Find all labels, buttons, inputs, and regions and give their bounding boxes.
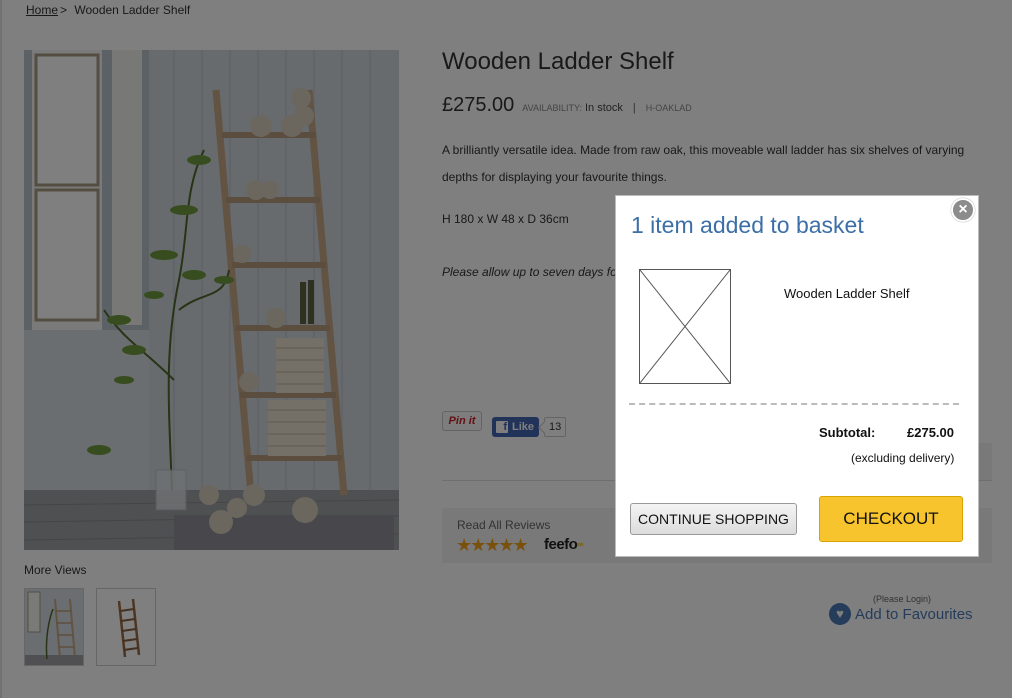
- continue-shopping-button[interactable]: CONTINUE SHOPPING: [630, 503, 797, 535]
- modal-title: 1 item added to basket: [631, 212, 864, 238]
- close-icon[interactable]: ×: [951, 198, 975, 222]
- modal-divider: [629, 403, 959, 405]
- basket-item-image: [639, 269, 731, 384]
- subtotal-label: Subtotal:: [819, 425, 876, 440]
- subtotal-value: £275.00: [907, 425, 954, 440]
- basket-item-name: Wooden Ladder Shelf: [784, 286, 910, 301]
- image-placeholder-icon: [639, 269, 731, 384]
- checkout-button[interactable]: CHECKOUT: [819, 496, 963, 542]
- delivery-note: (excluding delivery): [851, 451, 955, 465]
